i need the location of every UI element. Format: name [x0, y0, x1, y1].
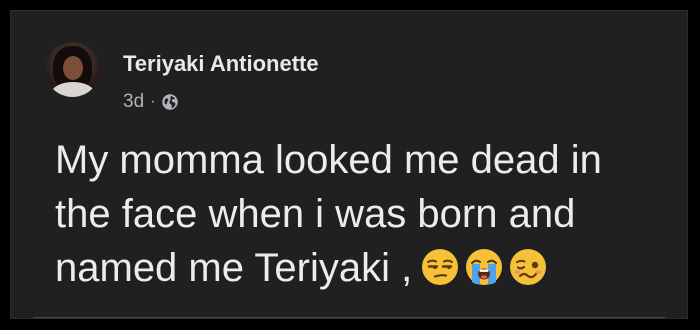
author-name[interactable]: Teriyaki Antionette: [123, 51, 319, 77]
post-card: Teriyaki Antionette 3d · My momma looked…: [10, 10, 688, 319]
unamused-face-icon: [422, 249, 459, 286]
post-text-line: named me Teriyaki ,: [55, 241, 675, 295]
woozy-face-icon: [510, 249, 547, 286]
globe-icon[interactable]: [161, 93, 179, 111]
post-text-line-content: named me Teriyaki ,: [55, 246, 413, 290]
post-text: My momma looked me dead in the face when…: [55, 133, 675, 295]
avatar-face: [63, 56, 83, 80]
post-timestamp[interactable]: 3d: [123, 91, 144, 113]
avatar[interactable]: [45, 42, 100, 97]
post-text-line: My momma looked me dead in: [55, 138, 602, 182]
post-text-line: the face when i was born and: [55, 192, 576, 236]
avatar-shoulders: [51, 82, 95, 97]
post-meta: 3d ·: [123, 91, 179, 113]
emoji-group: [420, 247, 552, 287]
meta-separator: ·: [150, 93, 156, 110]
loudly-crying-face-icon: [466, 249, 503, 286]
divider: [33, 317, 665, 318]
